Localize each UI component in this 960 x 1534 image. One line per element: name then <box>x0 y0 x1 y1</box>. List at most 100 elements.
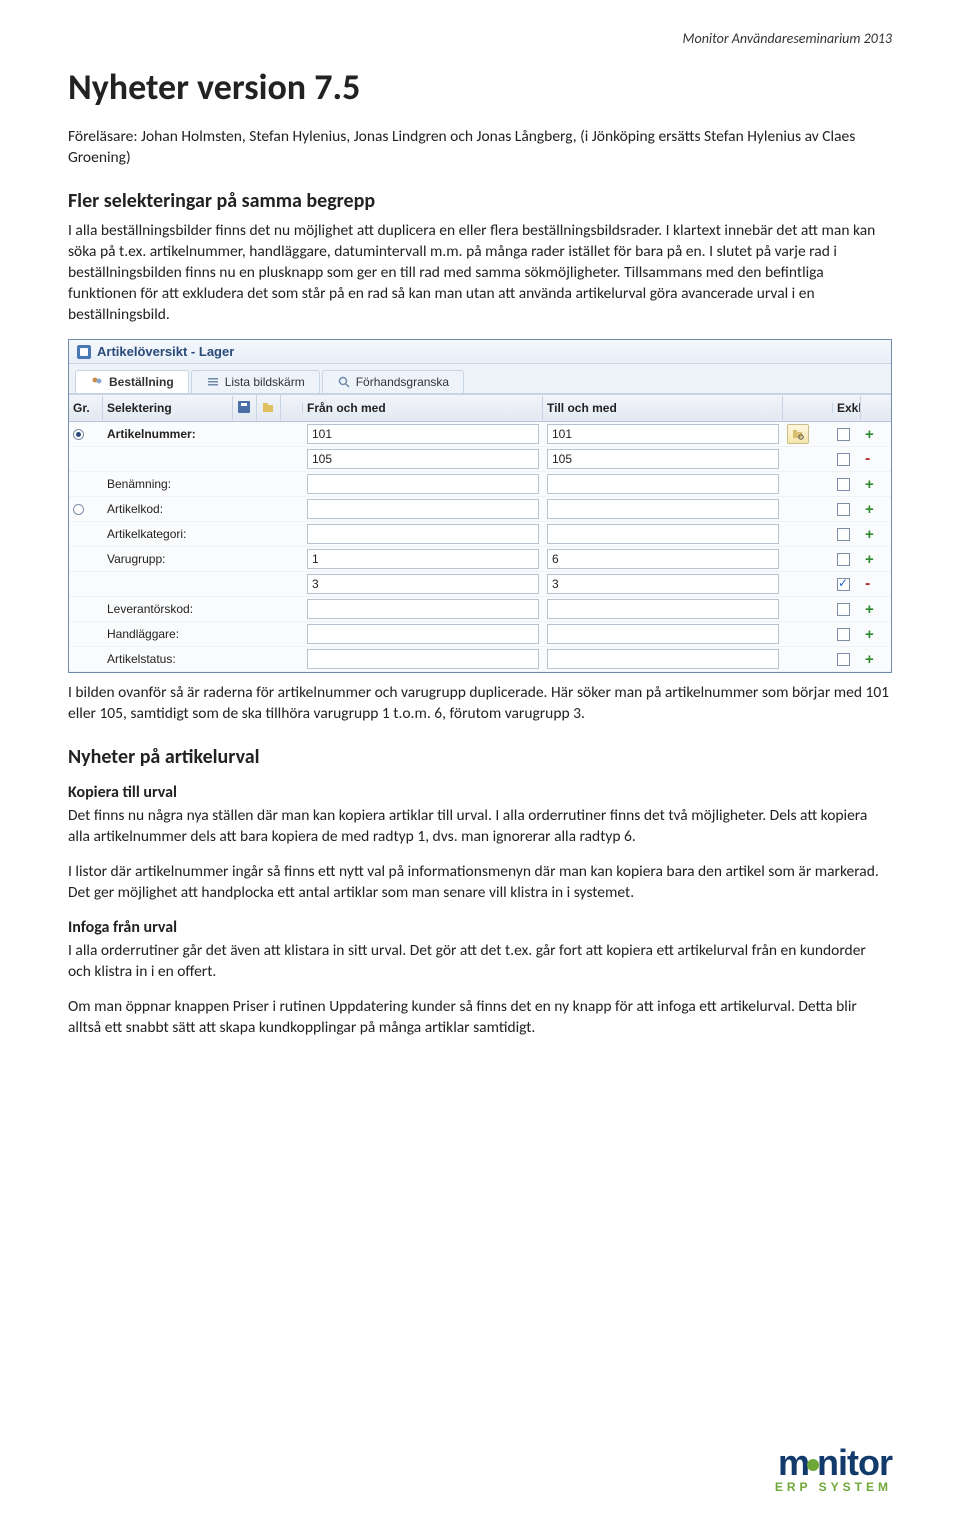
subheading-infoga: Infoga från urval <box>68 918 892 937</box>
section-body-selekteringar: I alla beställningsbilder finns det nu m… <box>68 221 892 326</box>
tab-label: Lista bildskärm <box>225 375 305 389</box>
table-row: 33 - <box>69 572 891 597</box>
add-row-button[interactable]: + <box>865 501 874 518</box>
from-input[interactable] <box>307 499 539 519</box>
col-save-icon[interactable] <box>233 395 257 421</box>
row-label: Artikelkategori: <box>107 527 186 541</box>
tab-bestallning[interactable]: Beställning <box>75 370 189 393</box>
logo-tagline: ERP SYSTEM <box>775 1480 892 1494</box>
app-caption: I bilden ovanför så är raderna för artik… <box>68 683 892 725</box>
exclude-checkbox[interactable] <box>837 453 850 466</box>
exclude-checkbox[interactable] <box>837 578 850 591</box>
from-input[interactable]: 105 <box>307 449 539 469</box>
tab-label: Beställning <box>109 375 174 389</box>
add-row-button[interactable]: + <box>865 601 874 618</box>
exclude-checkbox[interactable] <box>837 478 850 491</box>
logo-brand: mnitor <box>775 1446 892 1480</box>
grid-header-row: Gr. Selektering Från och med Till och me… <box>69 394 891 422</box>
col-selektering: Selektering <box>103 396 233 420</box>
table-row: Artikelnummer: 101 101 + <box>69 422 891 447</box>
to-input[interactable]: 105 <box>547 449 779 469</box>
grid-body: Artikelnummer:101101+105105-Benämning:+A… <box>69 422 891 672</box>
table-row: Artikelkod: + <box>69 497 891 522</box>
section-heading-selekteringar: Fler selekteringar på samma begrepp <box>68 189 892 213</box>
remove-row-button[interactable]: - <box>865 575 870 593</box>
to-input[interactable] <box>547 524 779 544</box>
col-gr: Gr. <box>69 396 103 420</box>
exclude-checkbox[interactable] <box>837 503 850 516</box>
exclude-checkbox[interactable] <box>837 628 850 641</box>
row-label: Varugrupp: <box>107 552 165 566</box>
tab-label: Förhandsgranska <box>356 375 449 389</box>
remove-row-button[interactable]: - <box>865 450 870 468</box>
from-input[interactable]: 3 <box>307 574 539 594</box>
to-input[interactable] <box>547 649 779 669</box>
header-event: Monitor Användareseminarium 2013 <box>68 30 892 47</box>
tab-forhand[interactable]: Förhandsgranska <box>322 370 464 393</box>
row-label: Benämning: <box>107 477 171 491</box>
exclude-checkbox[interactable] <box>837 653 850 666</box>
from-input[interactable]: 101 <box>307 424 539 444</box>
tab-preview-icon <box>337 375 351 389</box>
to-input[interactable]: 3 <box>547 574 779 594</box>
from-input[interactable] <box>307 599 539 619</box>
table-row: Artikelstatus: + <box>69 647 891 672</box>
add-row-button[interactable]: + <box>865 426 874 443</box>
col-open-icon[interactable] <box>257 395 281 421</box>
exclude-checkbox[interactable] <box>837 528 850 541</box>
kopiera-p2: I listor där artikelnummer ingår så finn… <box>68 862 892 904</box>
add-row-button[interactable]: + <box>865 551 874 568</box>
exclude-checkbox[interactable] <box>837 428 850 441</box>
to-input[interactable] <box>547 499 779 519</box>
app-window: Artikelöversikt - Lager Beställning List… <box>68 339 892 673</box>
row-label: Handläggare: <box>107 627 179 641</box>
section-heading-artikelurval: Nyheter på artikelurval <box>68 745 892 769</box>
table-row: 105 105 - <box>69 447 891 472</box>
from-input[interactable] <box>307 474 539 494</box>
to-input[interactable]: 6 <box>547 549 779 569</box>
to-input[interactable] <box>547 624 779 644</box>
from-input[interactable] <box>307 649 539 669</box>
from-input[interactable]: 1 <box>307 549 539 569</box>
tab-list-icon <box>206 375 220 389</box>
from-input[interactable] <box>307 624 539 644</box>
row-label: Leverantörskod: <box>107 602 193 616</box>
from-input[interactable] <box>307 524 539 544</box>
row-label: Artikelkod: <box>107 502 163 516</box>
col-till: Till och med <box>543 396 783 420</box>
footer-logo: mnitor ERP SYSTEM <box>775 1446 892 1494</box>
window-icon <box>77 345 91 359</box>
app-titlebar: Artikelöversikt - Lager <box>69 340 891 364</box>
group-radio[interactable] <box>73 504 84 515</box>
row-label: Artikelstatus: <box>107 652 176 666</box>
lookup-button[interactable] <box>787 424 809 444</box>
exclude-checkbox[interactable] <box>837 553 850 566</box>
page-title: Nyheter version 7.5 <box>68 65 892 109</box>
infoga-p1: I alla orderrutiner går det även att kli… <box>68 941 892 983</box>
exclude-checkbox[interactable] <box>837 603 850 616</box>
table-row: Artikelkategori: + <box>69 522 891 547</box>
subheading-kopiera: Kopiera till urval <box>68 783 892 802</box>
to-input[interactable] <box>547 474 779 494</box>
app-title: Artikelöversikt - Lager <box>97 344 234 359</box>
table-row: Varugrupp: 16 + <box>69 547 891 572</box>
table-row: Leverantörskod: + <box>69 597 891 622</box>
tab-lista[interactable]: Lista bildskärm <box>191 370 320 393</box>
add-row-button[interactable]: + <box>865 526 874 543</box>
group-radio[interactable] <box>73 429 84 440</box>
kopiera-p1: Det finns nu några nya ställen där man k… <box>68 806 892 848</box>
row-label: Artikelnummer: <box>107 427 196 441</box>
col-exkl: Exkl. <box>833 396 861 420</box>
table-row: Benämning: + <box>69 472 891 497</box>
tab-users-icon <box>90 375 104 389</box>
add-row-button[interactable]: + <box>865 651 874 668</box>
lecturers: Föreläsare: Johan Holmsten, Stefan Hylen… <box>68 127 892 169</box>
infoga-p2: Om man öppnar knappen Priser i rutinen U… <box>68 997 892 1039</box>
add-row-button[interactable]: + <box>865 476 874 493</box>
tab-bar: Beställning Lista bildskärm Förhandsgran… <box>69 364 891 394</box>
add-row-button[interactable]: + <box>865 626 874 643</box>
table-row: Handläggare: + <box>69 622 891 647</box>
to-input[interactable]: 101 <box>547 424 779 444</box>
to-input[interactable] <box>547 599 779 619</box>
col-fran: Från och med <box>303 396 543 420</box>
